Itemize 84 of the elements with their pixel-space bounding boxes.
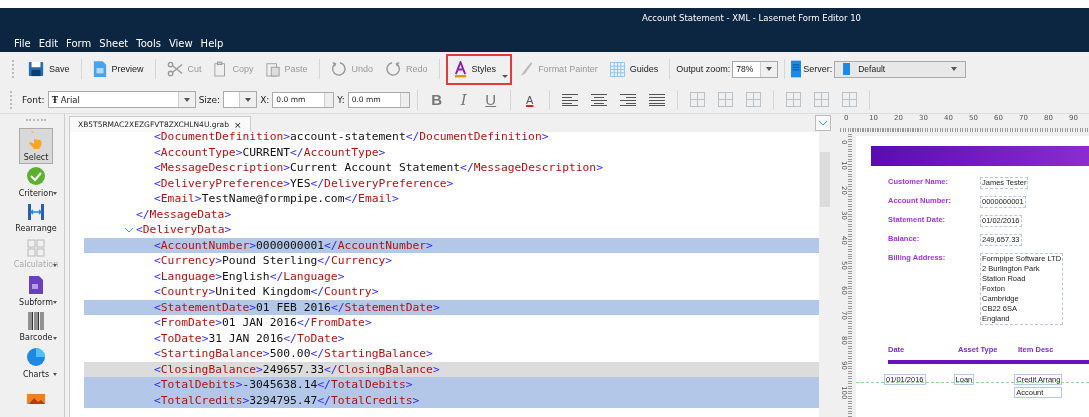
dropdown-arrow-icon (53, 192, 57, 196)
undo-icon (330, 61, 347, 77)
code-line: <Currency>Pound Sterling</Currency> (153, 253, 394, 269)
justify-icon[interactable] (648, 93, 665, 106)
size-label: Size: (198, 94, 221, 105)
grid-icon (609, 61, 625, 77)
barcode-icon (28, 311, 44, 330)
save-button[interactable]: Save (23, 56, 75, 82)
table-layout-icon[interactable] (785, 92, 801, 107)
code-line: <FromDate>01 JAN 2016</FromDate> (153, 315, 373, 331)
align-center-icon[interactable] (590, 93, 607, 106)
letter-a-icon (453, 60, 467, 78)
dropdown-arrow-icon (53, 300, 57, 304)
table-layout-icon[interactable] (841, 92, 857, 107)
pie-chart-icon (26, 346, 46, 367)
code-line: <DeliveryPreference>YES</DeliveryPreference> (153, 175, 455, 191)
dropdown-arrow-icon (53, 372, 57, 376)
y-label: Y: (337, 94, 345, 105)
vertical-scrollbar[interactable] (819, 132, 831, 417)
redo-icon (385, 61, 402, 77)
tab-list-button[interactable] (815, 115, 831, 131)
x-label: X: (260, 94, 270, 105)
code-line: <Country>United Kingdom</Country> (153, 284, 380, 300)
menu-item[interactable]: Tools (136, 38, 161, 49)
server-label: Server: (803, 64, 833, 74)
font-label: Font: (22, 94, 45, 105)
close-icon[interactable]: × (233, 119, 242, 130)
code-line: <Email>TestName@formpipe.com</Email> (153, 191, 400, 207)
dropdown-arrow-icon (502, 74, 509, 78)
copy-icon (213, 61, 228, 77)
checkmark-badge-icon (26, 166, 46, 187)
font-dropdown[interactable]: Ŧ Arial (47, 91, 196, 108)
code-line: <ToDate>31 JAN 2016</ToDate> (153, 330, 346, 346)
document-icon (28, 274, 44, 295)
italic-button[interactable]: I (451, 88, 476, 111)
brush-icon (519, 61, 534, 77)
criterion-tool[interactable]: Criterion (14, 164, 58, 201)
document-icon (92, 60, 107, 78)
server-icon (791, 60, 802, 78)
underline-button[interactable]: U (478, 88, 503, 111)
clipboard-icon (265, 61, 280, 77)
align-right-icon[interactable] (619, 93, 636, 106)
code-line: <MessageDescription>Current Account Statement</MessageDescription> (153, 160, 604, 176)
code-line: <StartingBalance>500.00</StartingBalance> (153, 346, 434, 362)
code-line: <DocumentDefinition>account-statement</DocumentDefinition> (153, 132, 550, 145)
rearrange-tool[interactable]: Rearrange (14, 200, 58, 237)
charts-tool[interactable]: Charts (14, 344, 58, 381)
dropdown-arrow-icon (53, 264, 57, 268)
server-icon (843, 63, 851, 75)
horizontal-arrows-icon (27, 203, 45, 222)
server-dropdown[interactable]: Default (834, 60, 967, 78)
output-zoom-label: Output zoom: (676, 64, 731, 74)
output-zoom-dropdown[interactable]: 78% (732, 60, 779, 78)
menu-item[interactable]: Form (66, 38, 92, 49)
dropdown-arrow-icon (53, 336, 57, 340)
scissors-icon (166, 61, 183, 77)
chevron-icon[interactable] (124, 226, 134, 233)
menu-item[interactable]: File (14, 38, 31, 49)
window-title: Account Statement - XML - Lasernet Form Editor 10 (641, 12, 862, 25)
picture-icon (27, 393, 45, 404)
code-line: <AccountType>CURRENT</AccountType> (153, 144, 387, 160)
menu-item[interactable]: Help (200, 38, 224, 49)
code-line: <DeliveryData> (136, 222, 233, 238)
code-line: </MessageData> (135, 206, 233, 222)
menu-item[interactable]: View (168, 38, 193, 49)
table-layout-icon[interactable] (689, 92, 705, 107)
calculator-keys-icon (27, 239, 45, 258)
subform-tool[interactable]: Subform (14, 272, 58, 309)
barcode-tool[interactable]: Barcode (14, 308, 58, 345)
preview-button[interactable]: Preview (87, 55, 149, 83)
size-dropdown[interactable] (223, 91, 258, 108)
align-left-icon[interactable] (561, 93, 578, 106)
code-line: <Language>English</Language> (153, 268, 346, 284)
guides-button[interactable]: Guides (604, 56, 664, 82)
table-layout-icon[interactable] (813, 92, 829, 107)
chevron-icon (818, 120, 828, 126)
table-layout-icon[interactable] (717, 92, 733, 107)
styles-button[interactable]: Styles (445, 53, 513, 85)
menu-item[interactable]: Edit (38, 38, 59, 49)
table-layout-icon[interactable] (745, 92, 761, 107)
bold-button[interactable]: B (424, 88, 449, 111)
menu-item[interactable]: Sheet (99, 38, 129, 49)
select-tool[interactable]: Select (19, 127, 53, 165)
font-color-button[interactable]: A (517, 88, 542, 111)
